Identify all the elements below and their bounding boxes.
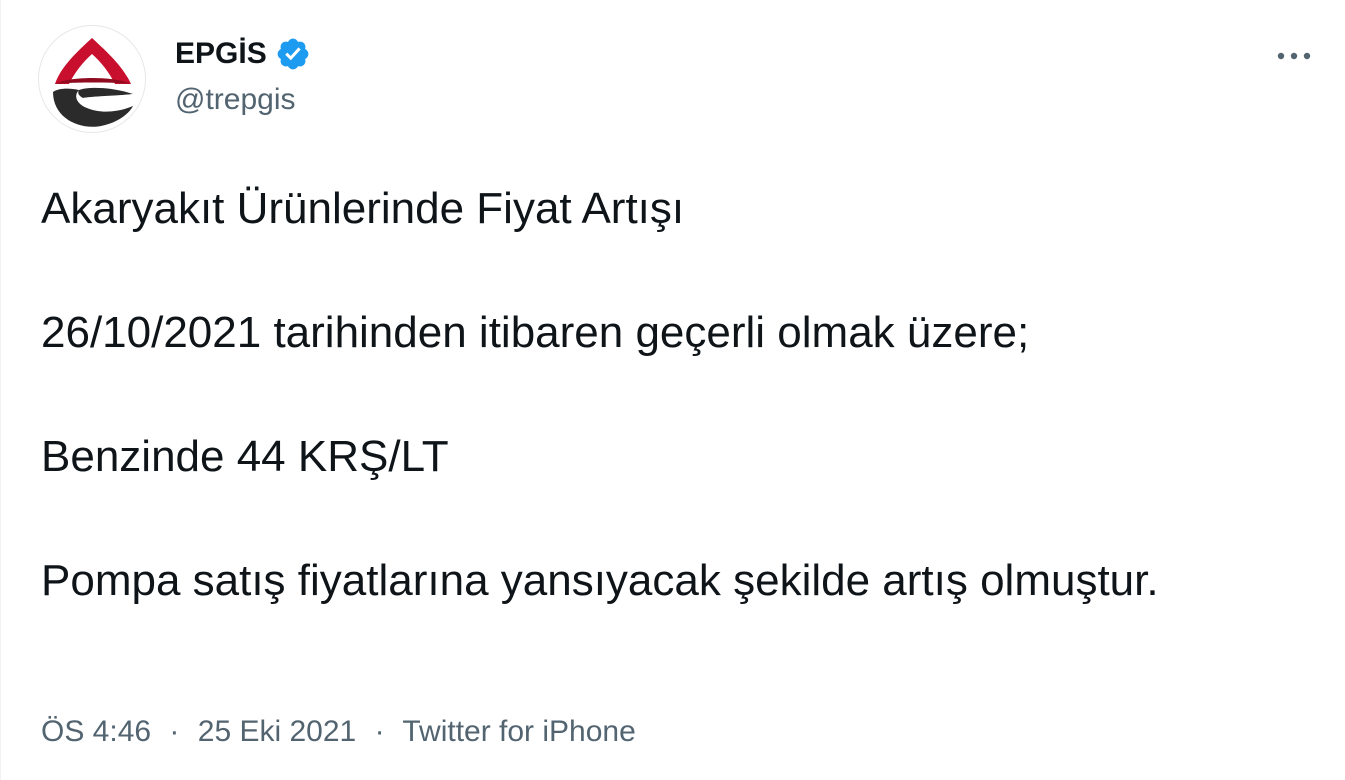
separator: · xyxy=(374,715,385,748)
tweet-date-link[interactable]: 25 Eki 2021 xyxy=(198,715,356,748)
more-options-button[interactable] xyxy=(1273,38,1315,74)
tweet-line-note: Pompa satış fiyatlarına yansıyacak şekil… xyxy=(41,556,1159,605)
author-handle[interactable]: @trepgis xyxy=(175,82,296,118)
epgis-logo-icon xyxy=(39,26,145,132)
verified-badge-icon xyxy=(275,36,311,72)
tweet-metadata: ÖS 4:46 · 25 Eki 2021 · Twitter for iPho… xyxy=(41,712,636,752)
tweet-time-link[interactable]: ÖS 4:46 xyxy=(41,715,151,748)
display-name[interactable]: EPGİS xyxy=(175,36,267,72)
more-horizontal-icon xyxy=(1277,52,1311,60)
avatar[interactable] xyxy=(39,26,145,132)
tweet-source-link[interactable]: Twitter for iPhone xyxy=(402,715,635,748)
tweet-line-price: Benzinde 44 KRŞ/LT xyxy=(41,432,449,481)
separator: · xyxy=(169,715,180,748)
tweet-line-date: 26/10/2021 tarihinden itibaren geçerli o… xyxy=(41,308,1030,357)
tweet-text: Akaryakıt Ürünlerinde Fiyat Artışı 26/10… xyxy=(41,178,1271,612)
tweet-line-title: Akaryakıt Ürünlerinde Fiyat Artışı xyxy=(41,184,685,233)
tweet-card: EPGİS @trepgis Akaryakıt Ürünlerinde Fiy… xyxy=(0,0,1345,780)
author-name-row[interactable]: EPGİS xyxy=(175,36,311,72)
